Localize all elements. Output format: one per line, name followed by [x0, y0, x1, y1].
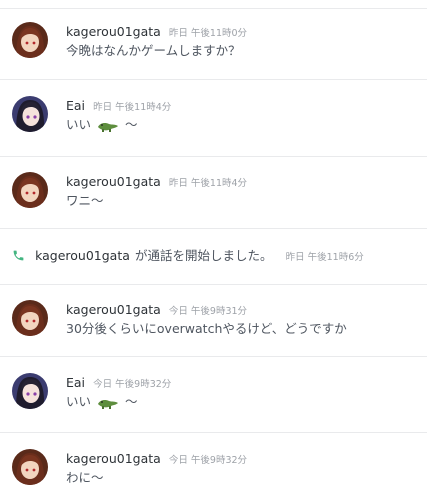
avatar-eai[interactable]	[12, 373, 48, 409]
message-text: 30分後くらいにoverwatchやるけど、どうですか	[66, 321, 347, 336]
message-timestamp: 今日 午後9時32分	[93, 379, 172, 390]
message-text: ワニ〜	[66, 193, 104, 208]
crocodile-emoji[interactable]	[97, 396, 119, 415]
avatar-kagerou[interactable]	[12, 22, 48, 58]
divider	[0, 356, 427, 357]
message-author[interactable]: kagerou01gata	[66, 302, 161, 317]
message-text-part: 〜	[124, 117, 138, 132]
message-text-part: いい	[66, 117, 92, 132]
chat-message-feed: kagerou01gata 昨日 午後11時0分 今晩はなんかゲームしますか？ …	[0, 0, 427, 499]
crocodile-emoji[interactable]	[97, 119, 119, 138]
message-text: 今晩はなんかゲームしますか？	[66, 43, 241, 58]
divider	[0, 432, 427, 433]
message-text-part: 〜	[124, 394, 138, 409]
divider	[0, 8, 427, 9]
divider	[0, 156, 427, 157]
message-author[interactable]: Eai	[66, 98, 85, 113]
message-author[interactable]: kagerou01gata	[66, 24, 161, 39]
divider	[0, 79, 427, 80]
message-timestamp: 今日 午後9時32分	[168, 455, 248, 466]
divider	[0, 284, 427, 285]
message-text: いい 〜	[66, 116, 138, 138]
message-author[interactable]: kagerou01gata	[66, 174, 161, 189]
phone-icon	[12, 248, 25, 266]
call-started-notice: kagerou01gata が通話を開始しました。 昨日 午後11時6分	[12, 246, 364, 267]
message-timestamp: 昨日 午後11時0分	[168, 28, 248, 39]
divider	[0, 228, 427, 229]
message-timestamp: 昨日 午後11時4分	[93, 102, 172, 113]
avatar-kagerou[interactable]	[12, 449, 48, 485]
message-timestamp: 今日 午後9時31分	[168, 306, 248, 317]
call-notice-text: が通話を開始しました。	[135, 248, 273, 263]
call-timestamp: 昨日 午後11時6分	[285, 252, 364, 263]
avatar-kagerou[interactable]	[12, 300, 48, 336]
message-text-part: いい	[66, 394, 92, 409]
message-author[interactable]: Eai	[66, 375, 85, 390]
call-caller-name[interactable]: kagerou01gata	[35, 248, 130, 263]
message-text: わに〜	[66, 470, 104, 485]
avatar-eai[interactable]	[12, 96, 48, 132]
message-author[interactable]: kagerou01gata	[66, 451, 161, 466]
message-timestamp: 昨日 午後11時4分	[168, 178, 248, 189]
message-text: いい 〜	[66, 393, 138, 415]
avatar-kagerou[interactable]	[12, 172, 48, 208]
